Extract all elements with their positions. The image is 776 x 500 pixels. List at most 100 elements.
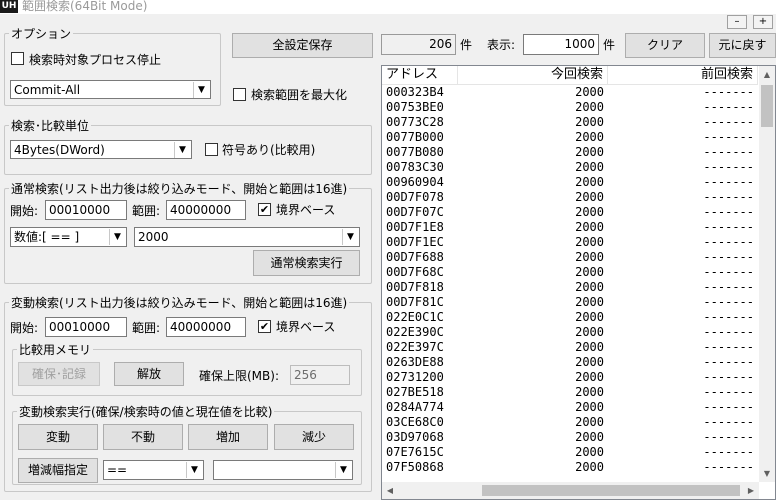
table-row[interactable]: 00D7F68C 2000 ------- (382, 265, 758, 280)
memory-type-select[interactable]: Commit-All ▼ (10, 80, 211, 99)
maximize-button[interactable]: + (753, 15, 773, 29)
current-value-cell: 2000 (575, 340, 604, 354)
delta-operator-value: == (107, 463, 128, 477)
table-row[interactable]: 022E397C 2000 ------- (382, 340, 758, 355)
table-row[interactable]: 00D7F1EC 2000 ------- (382, 235, 758, 250)
changed-button[interactable]: 変動 (18, 424, 98, 450)
delta-operator-select[interactable]: == ▼ (103, 460, 204, 480)
table-row[interactable]: 00960904 2000 ------- (382, 175, 758, 190)
current-value-cell: 2000 (575, 220, 604, 234)
address-cell: 03CE68C0 (386, 415, 444, 429)
address-cell: 022E397C (386, 340, 444, 354)
current-value-cell: 2000 (575, 310, 604, 324)
change-boundary-checkbox[interactable]: ✔ (258, 320, 271, 333)
table-row[interactable]: 022E0C1C 2000 ------- (382, 310, 758, 325)
table-row[interactable]: 07F50868 2000 ------- (382, 460, 758, 475)
table-row[interactable]: 0263DE88 2000 ------- (382, 355, 758, 370)
increased-button[interactable]: 増加 (188, 424, 268, 450)
table-row[interactable]: 00D7F818 2000 ------- (382, 280, 758, 295)
result-count-unit: 件 (460, 38, 473, 52)
unchanged-button[interactable]: 不動 (103, 424, 183, 450)
data-size-select[interactable]: 4Bytes(DWord) ▼ (10, 140, 192, 159)
table-row[interactable]: 00D7F688 2000 ------- (382, 250, 758, 265)
horizontal-scrollbar[interactable]: ◀ ▶ (382, 482, 759, 499)
table-row[interactable]: 00D7F07C 2000 ------- (382, 205, 758, 220)
previous-value-cell: ------- (703, 310, 754, 324)
previous-value-cell: ------- (703, 460, 754, 474)
signed-label: 符号あり(比較用) (222, 143, 316, 157)
normal-start-input[interactable]: 00010000 (45, 200, 127, 220)
table-row[interactable]: 00D7F078 2000 ------- (382, 190, 758, 205)
address-cell: 0284A774 (386, 400, 444, 414)
table-row[interactable]: 00D7F81C 2000 ------- (382, 295, 758, 310)
address-cell: 0077B000 (386, 130, 444, 144)
secure-record-button[interactable]: 確保･記録 (18, 362, 100, 386)
change-range-input[interactable]: 40000000 (166, 317, 246, 337)
current-value-cell: 2000 (575, 370, 604, 384)
table-row[interactable]: 00D7F1E8 2000 ------- (382, 220, 758, 235)
scroll-down-icon[interactable]: ▼ (759, 465, 775, 482)
previous-value-cell: ------- (703, 85, 754, 99)
table-row[interactable]: 0284A774 2000 ------- (382, 400, 758, 415)
scroll-right-icon[interactable]: ▶ (743, 482, 759, 499)
previous-value-cell: ------- (703, 130, 754, 144)
horizontal-scroll-thumb[interactable] (482, 485, 740, 496)
normal-boundary-checkbox[interactable]: ✔ (258, 203, 271, 216)
save-all-settings-button[interactable]: 全設定保存 (232, 33, 373, 58)
restore-button[interactable]: 元に戻す (709, 33, 776, 58)
previous-value-cell: ------- (703, 415, 754, 429)
column-header-current[interactable]: 今回検索 (458, 66, 608, 84)
stop-process-checkbox[interactable] (11, 52, 24, 65)
stop-process-label: 検索時対象プロセス停止 (29, 53, 162, 67)
previous-value-cell: ------- (703, 160, 754, 174)
current-value-cell: 2000 (575, 205, 604, 219)
table-row[interactable]: 0077B000 2000 ------- (382, 130, 758, 145)
maximize-range-checkbox[interactable] (233, 88, 246, 101)
scroll-left-icon[interactable]: ◀ (382, 482, 398, 499)
decreased-button[interactable]: 減少 (274, 424, 354, 450)
table-row[interactable]: 03D97068 2000 ------- (382, 430, 758, 445)
search-condition-select[interactable]: 数値:[ == ] ▼ (10, 227, 127, 247)
memory-limit-input[interactable]: 256 (290, 365, 350, 385)
previous-value-cell: ------- (703, 100, 754, 114)
normal-range-input[interactable]: 40000000 (166, 200, 246, 220)
search-value-combo[interactable]: 2000 ▼ (134, 227, 360, 247)
table-row[interactable]: 000323B4 2000 ------- (382, 85, 758, 100)
delta-specify-button[interactable]: 増減幅指定 (18, 458, 98, 483)
table-row[interactable]: 022E390C 2000 ------- (382, 325, 758, 340)
vertical-scroll-thumb[interactable] (761, 85, 773, 127)
table-row[interactable]: 0077B080 2000 ------- (382, 145, 758, 160)
clear-button[interactable]: クリア (625, 33, 705, 58)
table-row[interactable]: 07E7615C 2000 ------- (382, 445, 758, 460)
address-cell: 027BE518 (386, 385, 444, 399)
vertical-scrollbar[interactable]: ▲ ▼ (759, 66, 775, 482)
options-legend: オプション (11, 27, 72, 41)
signed-checkbox[interactable] (205, 143, 218, 156)
current-value-cell: 2000 (575, 430, 604, 444)
current-value-cell: 2000 (575, 235, 604, 249)
scroll-up-icon[interactable]: ▲ (759, 66, 775, 83)
table-row[interactable]: 027BE518 2000 ------- (382, 385, 758, 400)
normal-search-legend: 通常検索(リスト出力後は絞り込みモード、開始と範囲は16進) (11, 182, 348, 196)
table-row[interactable]: 00783C30 2000 ------- (382, 160, 758, 175)
normal-boundary-label: 境界ベース (276, 203, 336, 217)
delta-value-combo[interactable]: ▼ (213, 460, 353, 480)
change-search-legend: 変動検索(リスト出力後は絞り込みモード、開始と範囲は16進) (11, 296, 348, 310)
release-button[interactable]: 解放 (114, 362, 184, 386)
column-header-previous[interactable]: 前回検索 (608, 66, 758, 84)
previous-value-cell: ------- (703, 400, 754, 414)
minimize-button[interactable]: – (727, 15, 747, 29)
table-row[interactable]: 00753BE0 2000 ------- (382, 100, 758, 115)
change-boundary-label: 境界ベース (276, 320, 336, 334)
change-start-input[interactable]: 00010000 (45, 317, 127, 337)
normal-search-execute-button[interactable]: 通常検索実行 (253, 250, 360, 276)
address-cell: 0077B080 (386, 145, 444, 159)
table-row[interactable]: 03CE68C0 2000 ------- (382, 415, 758, 430)
results-list[interactable]: アドレス 今回検索 前回検索 000323B4 2000 ------- 00753B… (381, 65, 776, 500)
maximize-range-label: 検索範囲を最大化 (251, 88, 348, 102)
previous-value-cell: ------- (703, 250, 754, 264)
table-row[interactable]: 02731200 2000 ------- (382, 370, 758, 385)
display-limit-input[interactable]: 1000 (523, 34, 599, 55)
column-header-address[interactable]: アドレス (382, 66, 458, 84)
table-row[interactable]: 00773C28 2000 ------- (382, 115, 758, 130)
